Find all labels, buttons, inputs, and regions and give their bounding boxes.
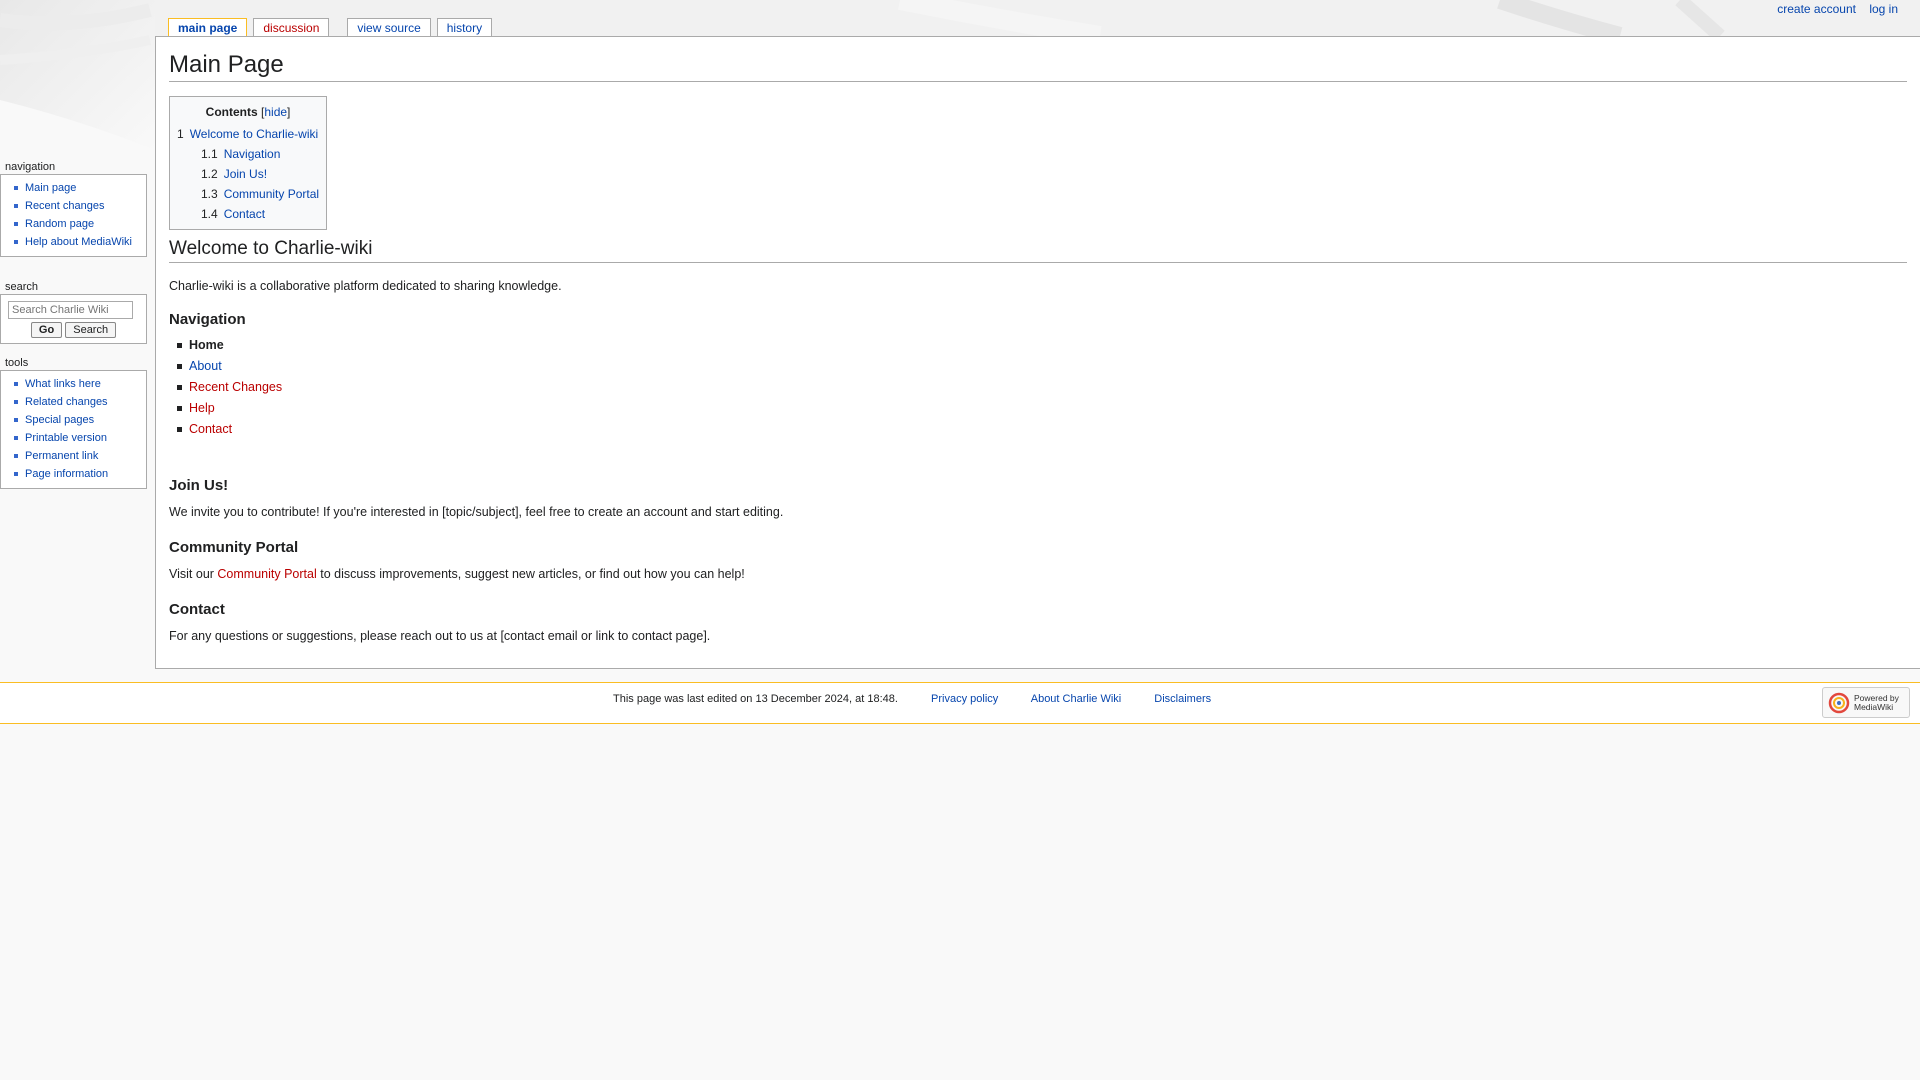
sidebar-item-random-page[interactable]: Random page bbox=[25, 218, 94, 230]
create-account-link[interactable]: create account bbox=[1777, 2, 1856, 16]
last-edited-info: This page was last edited on 13 December… bbox=[613, 693, 898, 705]
page-title: Main Page bbox=[169, 51, 1907, 82]
tools-portlet: tools What links here Related changes Sp… bbox=[0, 357, 147, 489]
go-button[interactable]: Go bbox=[30, 322, 63, 338]
sidebar-item-special-pages[interactable]: Special pages bbox=[25, 414, 94, 426]
content-area: Main Page Contents [hide] 1 Welcome to Ch… bbox=[155, 36, 1920, 669]
toc-title: Contents bbox=[205, 105, 258, 119]
contact-text: For any questions or suggestions, please… bbox=[169, 629, 711, 643]
toc-hide-link[interactable]: hide bbox=[264, 105, 287, 119]
sidebar-item-main-page[interactable]: Main page bbox=[25, 182, 76, 194]
privacy-policy-link[interactable]: Privacy policy bbox=[931, 693, 998, 705]
tab-history[interactable]: history bbox=[436, 18, 493, 37]
search-input[interactable] bbox=[8, 301, 133, 319]
toc-link-contact[interactable]: Contact bbox=[224, 207, 265, 221]
toc-link-community-portal[interactable]: Community Portal bbox=[224, 187, 319, 201]
toc-number: 1.3 bbox=[201, 187, 218, 201]
search-portlet-title: search bbox=[5, 281, 39, 293]
portal-heading: Community Portal bbox=[169, 539, 299, 556]
tab-discussion[interactable]: discussion bbox=[253, 18, 330, 37]
search-button[interactable]: Search bbox=[65, 322, 117, 338]
sidebar-item-permanent-link[interactable]: Permanent link bbox=[25, 450, 98, 462]
join-text: We invite you to contribute! If you're i… bbox=[169, 505, 784, 519]
toc-number: 1.1 bbox=[201, 147, 218, 161]
join-heading: Join Us! bbox=[169, 477, 229, 494]
sidebar-item-printable-version[interactable]: Printable version bbox=[25, 432, 107, 444]
page-tabs: main page discussion view source history bbox=[168, 18, 498, 38]
sidebar-item-related-changes[interactable]: Related changes bbox=[25, 396, 108, 408]
about-link[interactable]: About Charlie Wiki bbox=[1031, 693, 1121, 705]
toc-item[interactable]: 1.2 Join Us! bbox=[177, 167, 319, 181]
community-portal-link[interactable]: Community Portal bbox=[217, 567, 316, 581]
portal-text: Visit our Community Portal to discuss im… bbox=[169, 565, 1907, 583]
navigation-portlet: navigation Main page Recent changes Rand… bbox=[0, 161, 147, 257]
toc-item[interactable]: 1.1 Navigation bbox=[177, 147, 319, 161]
toc-title-row: Contents [hide] bbox=[205, 105, 291, 119]
portal-text-pre: Visit our bbox=[169, 567, 218, 581]
tools-portlet-body: What links here Related changes Special … bbox=[0, 370, 147, 489]
sidebar-item-help[interactable]: Help about MediaWiki bbox=[25, 236, 132, 248]
sidebar-item-page-information[interactable]: Page information bbox=[25, 468, 108, 480]
tools-portlet-title: tools bbox=[5, 357, 29, 369]
sidebar-item-recent-changes[interactable]: Recent changes bbox=[25, 200, 105, 212]
welcome-text: Charlie-wiki is a collaborative platform… bbox=[169, 279, 562, 293]
portal-text-post: to discuss improvements, suggest new art… bbox=[316, 567, 745, 581]
nav-item-home: Home bbox=[177, 337, 1907, 353]
toc-number: 1.2 bbox=[201, 167, 218, 181]
navigation-list: Home About Recent Changes Help Contact bbox=[177, 337, 1907, 437]
mediawiki-logo-icon bbox=[1828, 692, 1850, 713]
nav-link-about[interactable]: About bbox=[189, 359, 222, 373]
tab-view-source[interactable]: view source bbox=[347, 18, 431, 37]
toc-item[interactable]: 1.3 Community Portal bbox=[177, 187, 319, 201]
tab-main-page[interactable]: main page bbox=[168, 18, 248, 38]
mediawiki-text: MediaWiki bbox=[1854, 701, 1894, 712]
table-of-contents: Contents [hide] 1 Welcome to Charlie-wiki… bbox=[169, 96, 328, 230]
toc-link-join-us[interactable]: Join Us! bbox=[224, 167, 267, 181]
footer: This page was last edited on 13 December… bbox=[0, 682, 1920, 724]
powered-by-mediawiki-badge[interactable]: Powered by MediaWiki bbox=[1822, 687, 1910, 718]
nav-link-contact[interactable]: Contact bbox=[189, 422, 232, 436]
navigation-portlet-body: Main page Recent changes Random page Hel… bbox=[0, 174, 147, 257]
toc-item[interactable]: 1 Welcome to Charlie-wiki bbox=[177, 127, 319, 141]
personal-tools: create account log in bbox=[1767, 2, 1898, 16]
nav-link-recent-changes[interactable]: Recent Changes bbox=[189, 380, 282, 394]
toc-number: 1 bbox=[177, 127, 184, 141]
welcome-heading: Welcome to Charlie-wiki bbox=[169, 238, 1907, 263]
toc-link-navigation[interactable]: Navigation bbox=[224, 147, 281, 161]
log-in-link[interactable]: log in bbox=[1869, 2, 1898, 16]
disclaimers-link[interactable]: Disclaimers bbox=[1154, 693, 1211, 705]
nav-link-help[interactable]: Help bbox=[189, 401, 215, 415]
search-portlet: search Go Search bbox=[0, 281, 147, 344]
contact-heading: Contact bbox=[169, 601, 225, 618]
sidebar-item-what-links-here[interactable]: What links here bbox=[25, 378, 101, 390]
toc-item[interactable]: 1.4 Contact bbox=[177, 207, 319, 221]
search-portlet-body: Go Search bbox=[0, 294, 147, 344]
toc-number: 1.4 bbox=[201, 207, 218, 221]
navigation-heading: Navigation bbox=[169, 311, 246, 328]
toc-link-welcome[interactable]: Welcome to Charlie-wiki bbox=[190, 127, 318, 141]
navigation-portlet-title: navigation bbox=[5, 161, 56, 173]
